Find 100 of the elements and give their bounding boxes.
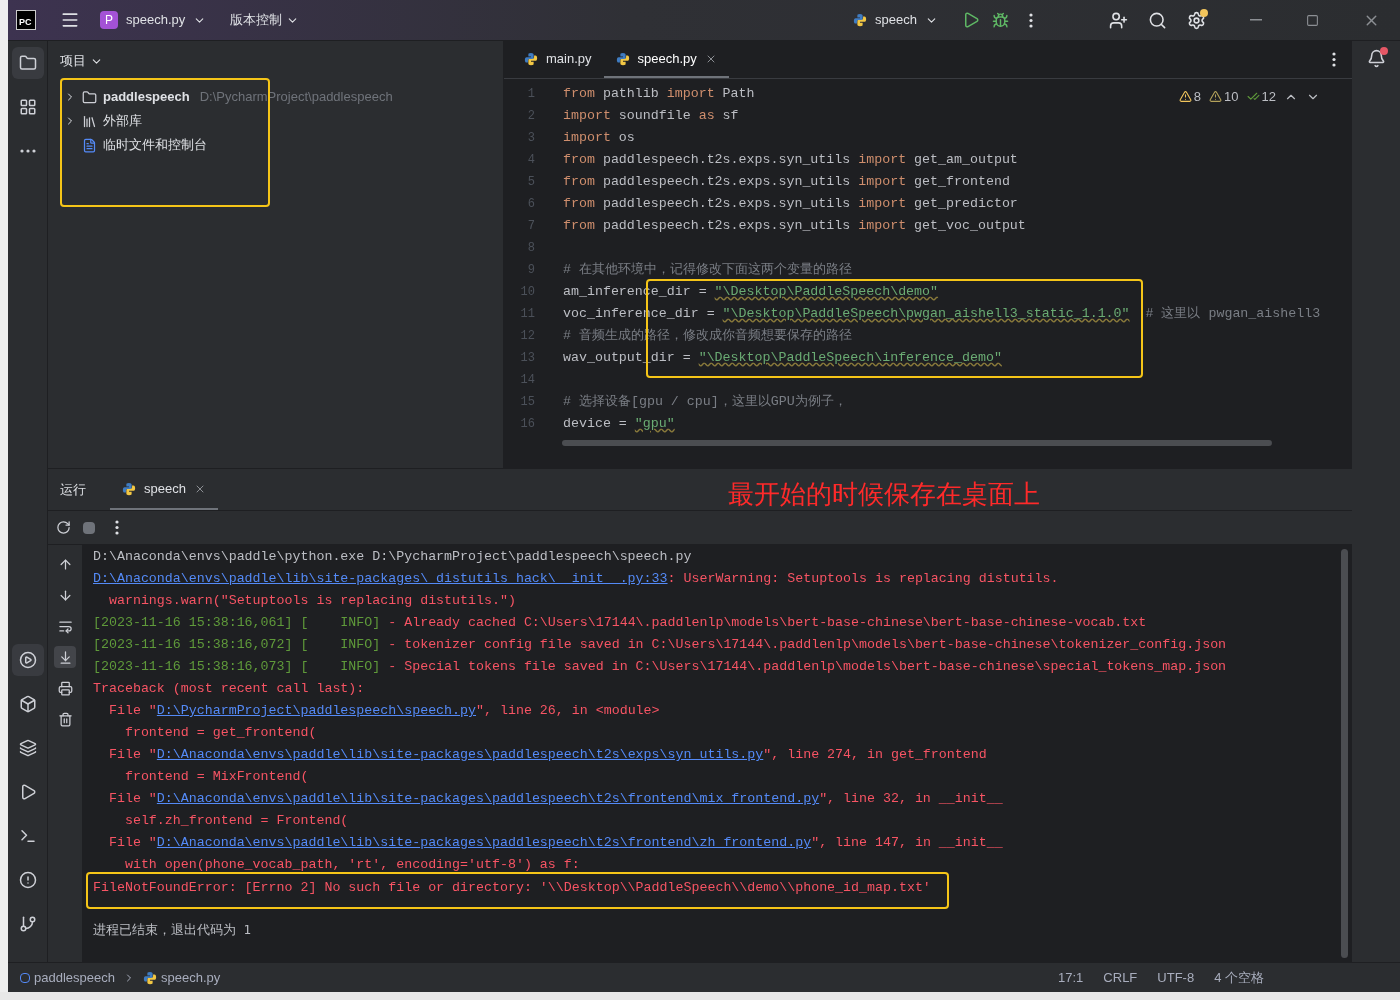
project-tool-button[interactable] [11,47,44,79]
notifications-button[interactable] [1366,49,1386,68]
code-line: from paddlespeech.t2s.exps.syn_utils import get_frontend [563,173,1010,192]
more-button[interactable] [1029,12,1033,28]
breadcrumb[interactable]: paddlespeech [20,967,115,988]
library-icon [82,113,97,129]
console-line: warnings.warn("Setuptools is replacing distutils.") [107,592,516,611]
tree-item[interactable]: 外部库 [64,109,503,133]
code-line: # 选择设备[gpu / cpu]，这里以GPU为例子， [563,393,847,412]
breadcrumb[interactable]: speech.py [142,967,221,988]
more-button[interactable] [115,520,119,535]
console-line: D:\Anaconda\envs\paddle\python.exe D:\PycharmProject\paddlespeech\speech.py [93,548,692,567]
bell-icon [1366,49,1386,68]
vertical-scrollbar[interactable] [1341,549,1348,958]
bug-icon [992,11,1009,29]
add-user-icon [1109,10,1128,30]
rerun-button[interactable] [56,520,71,535]
console-line: [2023-11-16 15:38:16,073] [ INFO] - Special tokens file saved in C:\Users\17144\.paddlenlp\models\bert-base-chinese\special_tokens_map.json [93,658,1227,677]
annotation-text: 最开始的时候保存在桌面上 [728,478,1040,511]
inspection-count[interactable]: 10 [1209,87,1239,107]
project-badge: P [100,11,118,29]
python-icon [142,970,157,985]
trash-icon [57,711,73,727]
search-icon [1148,10,1167,30]
vcs-label: 版本控制 [230,11,283,30]
inspection-count[interactable]: 8 [1178,87,1202,107]
maximize-icon [1306,13,1319,27]
console-line: D:\Anaconda\envs\paddle\lib\site-packages\_distutils_hack\__init__.py:33: UserWarning: Setuptools is replacing distutils. [93,570,1059,589]
settings-icon [1187,10,1206,30]
horizontal-scrollbar[interactable] [562,440,1272,446]
scratch-icon [82,137,97,153]
minimize-icon [1250,19,1262,21]
editor-tab[interactable]: main.py [512,41,604,78]
layers-icon [18,739,37,757]
tree-item[interactable]: 临时文件和控制台 [64,133,503,157]
inspection-count[interactable]: 12 [1246,87,1276,107]
more-icon [1332,52,1336,67]
tab-label: speech [144,479,186,498]
more-icon [1029,12,1033,28]
run-config-name: speech [875,11,917,30]
structure-icon [18,98,37,116]
python-icon [853,13,868,27]
search-button[interactable] [1148,10,1167,30]
python-file-icon [524,51,538,66]
code-line: device = "gpu" [563,415,675,434]
python-icon [122,481,136,496]
run-config-selector[interactable]: speech [853,10,938,30]
tree-label: 临时文件和控制台 [103,136,207,155]
alert-icon [18,871,37,889]
console-line: 进程已结束，退出代码为 1 [93,921,252,940]
menu-icon [60,10,80,30]
main-menu-button[interactable] [60,10,80,30]
status-item[interactable]: CRLF [1097,967,1144,988]
code-line: from paddlespeech.t2s.exps.syn_utils import get_voc_output [563,217,1026,236]
console-line: frontend = get_frontend( [123,724,317,743]
console-line: [2023-11-16 15:38:16,072] [ INFO] - tokenizer config file saved in C:\Users\17144\.paddlenlp\models\bert-base-chinese\tokenizer_config.json [93,636,1227,655]
project-selector[interactable]: P speech.py [100,10,207,30]
debug-button[interactable] [992,11,1009,29]
console-line: File "D:\Anaconda\envs\paddle\lib\site-packages\paddlespeech\t2s\exps\syn_utils.py", line 274, in get_frontend [107,746,987,765]
tab-label: main.py [546,49,592,68]
terminal-icon [18,827,37,845]
warning-icon [1178,90,1192,104]
folder-icon [18,54,37,72]
editor-tab[interactable]: speech.py [603,41,729,78]
console-line: File "D:\Anaconda\envs\paddle\lib\site-packages\paddlespeech\t2s\frontend\mix_frontend.py", line 32, in __init__ [107,790,1003,809]
vcs-menu[interactable]: 版本控制 [230,10,300,30]
run-panel-title: 运行 [60,480,86,499]
console-line: Traceback (most recent call last): [93,680,365,699]
python-file-icon [615,51,630,66]
more-icon [19,149,36,153]
code-line: import os [563,129,635,148]
settings-button[interactable] [1187,10,1206,30]
project-name: speech.py [126,11,186,30]
more-icon [115,520,119,535]
status-item[interactable]: 4 个空格 [1208,967,1270,988]
tree-label: paddlespeech [103,88,190,107]
stop-button[interactable] [83,521,95,534]
console-line: File "D:\PycharmProject\paddlespeech\speech.py", line 26, in <module> [107,702,660,721]
console-line: frontend = MixFrontend( [123,768,309,787]
run-tool-button[interactable] [11,644,44,676]
console-line: [2023-11-16 15:38:16,061] [ INFO] - Already cached C:\Users\17144\.paddlenlp\models\bert-base-chinese\bert-base-chinese-vocab.txt [93,614,1147,633]
rerun-icon [56,520,71,535]
maximize-button[interactable] [1306,13,1319,27]
code-line: from paddlespeech.t2s.exps.syn_utils import get_predictor [563,195,1018,214]
status-item[interactable]: 17:1 [1052,967,1090,988]
status-item[interactable]: UTF-8 [1151,967,1201,988]
run-icon [18,651,37,669]
wrap-icon [57,618,73,634]
tree-label: 外部库 [103,112,142,131]
code-line: import soundfile as sf [563,107,739,126]
console-line: File "D:\Anaconda\envs\paddle\lib\site-packages\paddlespeech\t2s\frontend\zh_frontend.py", line 147, in __init__ [107,834,1003,853]
cube-icon [18,695,37,713]
branch-icon [18,915,37,933]
console-line: self.zh_frontend = Frontend( [123,812,349,831]
project-panel-title[interactable]: 项目 [48,41,115,81]
run-tab[interactable]: speech [110,469,218,510]
play-icon [962,11,980,29]
scroll-to-end-button[interactable] [54,646,76,668]
run-button[interactable] [962,11,980,29]
add-user-button[interactable] [1109,10,1128,30]
